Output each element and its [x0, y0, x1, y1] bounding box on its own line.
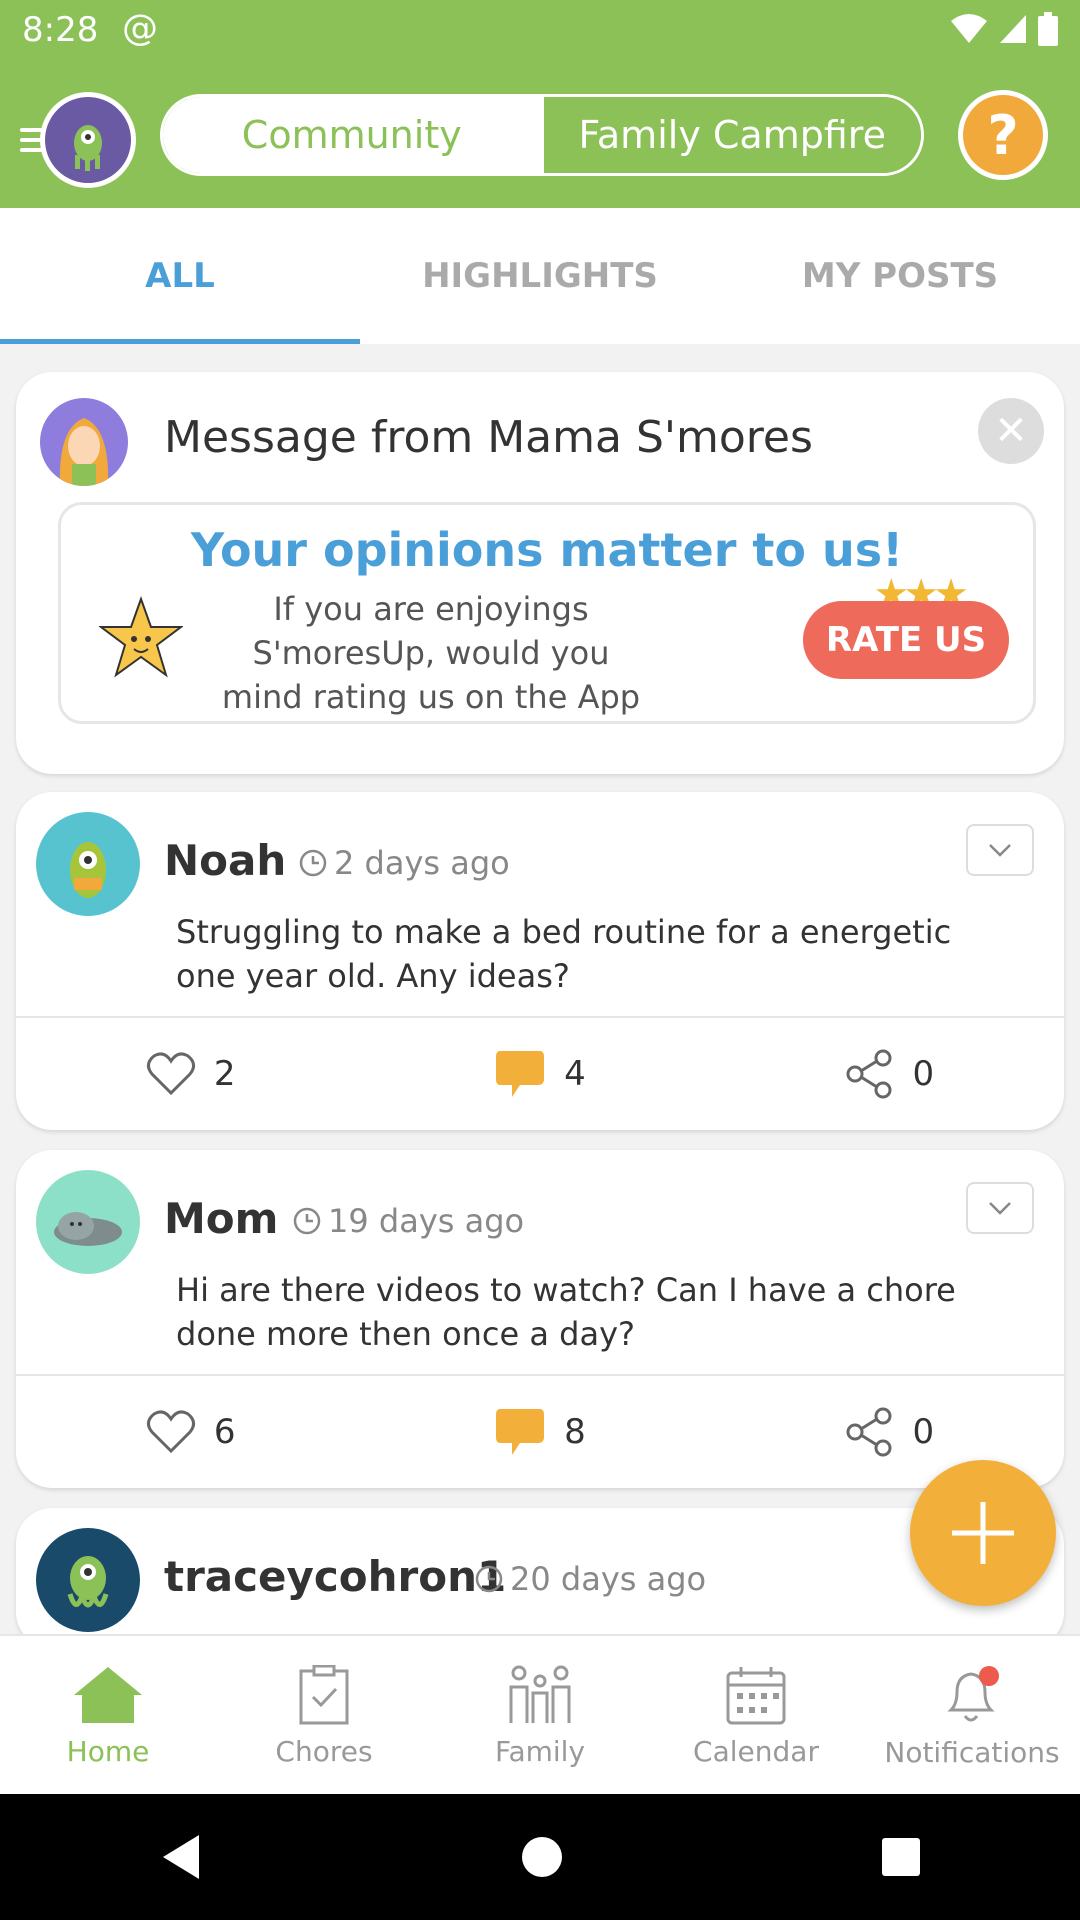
post-actions: 6 8 0: [16, 1376, 1064, 1488]
avatar[interactable]: [36, 812, 140, 916]
system-nav-bar: [0, 1794, 1080, 1920]
post-timestamp: 2 days ago: [298, 844, 510, 882]
tab-all[interactable]: ALL: [0, 208, 360, 344]
nav-notifications[interactable]: Notifications: [864, 1636, 1080, 1796]
mama-smores-avatar: [40, 398, 128, 486]
comment-button[interactable]: 8: [365, 1376, 714, 1488]
rate-us-button[interactable]: RATE US: [803, 601, 1009, 679]
signal-icon: [1000, 15, 1026, 43]
share-button[interactable]: 0: [715, 1018, 1064, 1130]
share-icon: [846, 1049, 891, 1099]
post-body: Hi are there videos to watch? Can I have…: [176, 1271, 956, 1353]
post-card: Mom 19 days ago Hi are there videos to w…: [16, 1150, 1064, 1488]
share-count: 0: [912, 1054, 935, 1094]
avatar[interactable]: [36, 1528, 140, 1632]
battery-icon: [1038, 12, 1058, 46]
rating-banner: Your opinions matter to us! If you are e…: [58, 502, 1036, 724]
alien-avatar-icon: [74, 125, 102, 171]
clock-icon: [293, 1207, 321, 1235]
nav-label: Chores: [275, 1734, 373, 1768]
post-card: traceycohron1 20 days ago: [16, 1508, 1064, 1648]
heart-icon: [146, 1052, 195, 1096]
clock-icon: [475, 1565, 503, 1593]
share-count: 0: [912, 1412, 935, 1452]
post-timestamp: 20 days ago: [474, 1560, 706, 1598]
nav-family[interactable]: Family: [432, 1636, 648, 1796]
feed-tabs: ALL HIGHLIGHTS MY POSTS: [0, 208, 1080, 344]
post-author[interactable]: traceycohron1: [164, 1552, 506, 1601]
avatar[interactable]: [36, 1170, 140, 1274]
status-icons: [950, 12, 1058, 46]
nav-label: Calendar: [693, 1734, 819, 1768]
clock-icon: [299, 849, 327, 877]
post-time-text: 2 days ago: [334, 844, 510, 882]
at-sign-icon: @: [122, 8, 158, 49]
chores-icon: [299, 1664, 349, 1724]
post-time-text: 20 days ago: [510, 1560, 707, 1598]
recents-icon[interactable]: [881, 1837, 921, 1877]
home-circle-icon[interactable]: [520, 1835, 564, 1879]
nav-calendar[interactable]: Calendar: [648, 1636, 864, 1796]
message-title: Message from Mama S'mores: [164, 412, 813, 463]
banner-text: If you are enjoyings S'moresUp, would yo…: [221, 590, 641, 716]
nav-chores[interactable]: Chores: [216, 1636, 432, 1796]
post-actions: 2 4 0: [16, 1018, 1064, 1130]
close-icon[interactable]: ✕: [978, 398, 1044, 464]
comment-icon: [496, 1051, 545, 1097]
profile-avatar[interactable]: [40, 92, 136, 188]
nav-label: Family: [494, 1734, 586, 1768]
comment-count: 4: [564, 1054, 586, 1094]
chevron-down-icon[interactable]: [966, 824, 1034, 876]
tab-family-campfire[interactable]: Family Campfire: [540, 97, 921, 173]
family-icon: [509, 1665, 571, 1723]
wifi-icon: [951, 14, 987, 43]
star-mascot-icon: [99, 596, 183, 678]
home-icon: [74, 1666, 142, 1723]
comment-icon: [496, 1409, 545, 1455]
share-icon: [846, 1407, 891, 1457]
comment-button[interactable]: 4: [365, 1018, 714, 1130]
community-segment-control: Community Family Campfire: [160, 94, 924, 176]
tab-my-posts[interactable]: MY POSTS: [720, 208, 1080, 344]
message-card: Message from Mama S'mores ✕ Your opinion…: [16, 372, 1064, 774]
new-post-button[interactable]: [910, 1460, 1056, 1606]
like-button[interactable]: 6: [16, 1376, 365, 1488]
like-count: 6: [213, 1412, 236, 1452]
back-icon[interactable]: [159, 1833, 203, 1881]
status-bar: 8:28 @: [0, 0, 1080, 62]
nav-home[interactable]: Home: [0, 1636, 216, 1796]
help-button[interactable]: ?: [958, 90, 1048, 180]
status-time: 8:28: [22, 10, 99, 50]
plus-icon: [952, 1502, 1014, 1564]
post-card: Noah 2 days ago Struggling to make a bed…: [16, 792, 1064, 1130]
like-button[interactable]: 2: [16, 1018, 365, 1130]
post-time-text: 19 days ago: [328, 1202, 525, 1240]
banner-title: Your opinions matter to us!: [190, 523, 904, 577]
like-count: 2: [213, 1054, 236, 1094]
nav-label: Home: [66, 1734, 150, 1768]
bottom-nav: Home Chores Family Calendar Notification…: [0, 1634, 1080, 1796]
tab-highlights[interactable]: HIGHLIGHTS: [360, 208, 720, 344]
tab-community[interactable]: Community: [163, 97, 541, 173]
heart-icon: [146, 1410, 195, 1454]
help-icon: ?: [987, 103, 1019, 167]
post-author[interactable]: Noah: [164, 836, 286, 885]
comment-count: 8: [564, 1412, 586, 1452]
post-body: Struggling to make a bed routine for a e…: [176, 913, 952, 995]
chevron-down-icon[interactable]: [966, 1182, 1034, 1234]
post-author[interactable]: Mom: [164, 1194, 278, 1243]
calendar-icon: [726, 1666, 786, 1724]
app-header: Community Family Campfire ?: [0, 62, 1080, 208]
nav-label: Notifications: [884, 1735, 1060, 1769]
post-timestamp: 19 days ago: [292, 1202, 524, 1240]
bell-icon: [947, 1665, 999, 1721]
